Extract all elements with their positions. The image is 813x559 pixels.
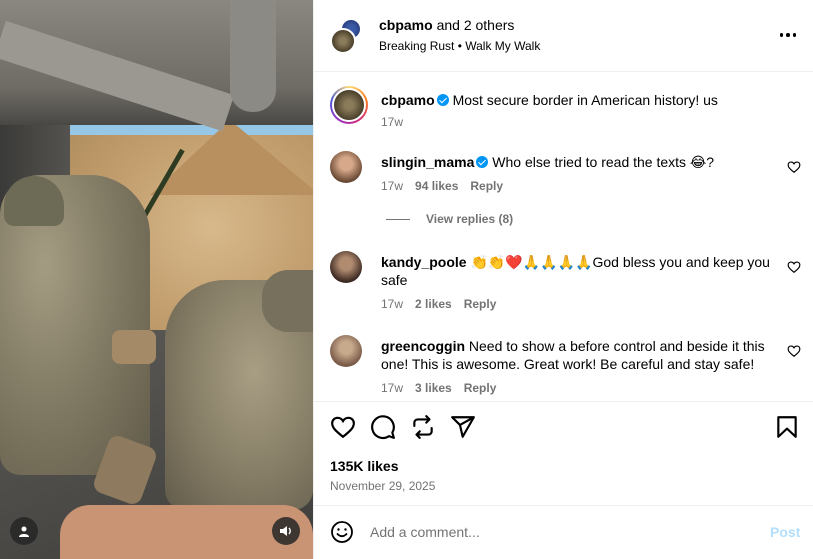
reply-button[interactable]: Reply <box>470 179 503 193</box>
verified-icon <box>436 94 449 106</box>
comment-username[interactable]: greencoggin <box>381 338 465 354</box>
reply-button[interactable]: Reply <box>464 381 497 395</box>
likes-count[interactable]: 135K likes <box>330 458 399 474</box>
repost-icon[interactable] <box>410 414 436 440</box>
comments-section[interactable]: cbpamo Most secure border in American hi… <box>314 72 813 402</box>
comment: slingin_mama Who else tried to read the … <box>330 151 801 211</box>
comment-text: greencoggin Need to show a before contro… <box>381 337 776 373</box>
avatar[interactable] <box>330 18 366 54</box>
comment-time[interactable]: 17w <box>381 381 403 395</box>
user-tag-button[interactable] <box>10 517 38 545</box>
emoji-icon[interactable] <box>330 520 354 544</box>
comment-meta: 17w 94 likes Reply <box>381 179 503 193</box>
caption-meta: 17w <box>381 115 403 129</box>
avatar[interactable] <box>330 251 362 283</box>
comment-input[interactable] <box>370 521 760 543</box>
more-options-button[interactable] <box>776 25 800 45</box>
post-header: cbpamo and 2 others Breaking Rust • Walk… <box>314 0 813 72</box>
comment: greencoggin Need to show a before contro… <box>330 335 801 405</box>
avatar[interactable] <box>330 335 362 367</box>
post-media[interactable] <box>0 0 313 559</box>
view-replies-label: View replies (8) <box>426 212 514 226</box>
header-others[interactable]: and 2 others <box>437 17 515 33</box>
user-tag-icon <box>19 526 29 537</box>
action-bar <box>314 402 813 454</box>
comment-text: kandy_poole 👏👏❤️🙏🙏🙏🙏God bless you and ke… <box>381 253 776 289</box>
comment-composer: Post <box>314 505 813 559</box>
caption-text: cbpamo Most secure border in American hi… <box>381 91 776 109</box>
comment-likes[interactable]: 2 likes <box>415 297 452 311</box>
bookmark-icon[interactable] <box>774 414 800 440</box>
comment-likes[interactable]: 94 likes <box>415 179 458 193</box>
caption-body: Most secure border in American history! … <box>452 92 718 108</box>
comment-meta: 17w 3 likes Reply <box>381 381 496 395</box>
comment-likes[interactable]: 3 likes <box>415 381 452 395</box>
heart-icon[interactable] <box>787 160 801 174</box>
media-boot <box>112 330 156 364</box>
comment-body: Who else tried to read the texts 😂? <box>492 154 715 170</box>
caption-time[interactable]: 17w <box>381 115 403 129</box>
comment-text: slingin_mama Who else tried to read the … <box>381 153 776 171</box>
header-username[interactable]: cbpamo <box>379 17 433 33</box>
more-icon-dot <box>792 33 797 37</box>
audio-track[interactable]: Breaking Rust • Walk My Walk <box>379 39 540 53</box>
verified-icon <box>476 156 489 168</box>
avatar[interactable] <box>330 86 368 124</box>
comment: kandy_poole 👏👏❤️🙏🙏🙏🙏God bless you and ke… <box>330 251 801 321</box>
comment-username[interactable]: kandy_poole <box>381 254 467 270</box>
comment-icon[interactable] <box>370 414 396 440</box>
heart-icon[interactable] <box>330 414 356 440</box>
sound-icon <box>280 526 291 536</box>
share-icon[interactable] <box>450 414 476 440</box>
avatar-image <box>332 88 366 122</box>
post-button[interactable]: Post <box>770 524 800 540</box>
comment-time[interactable]: 17w <box>381 179 403 193</box>
caption: cbpamo Most secure border in American hi… <box>330 86 800 146</box>
media-helmet <box>262 270 313 332</box>
post-date[interactable]: November 29, 2025 <box>330 479 435 493</box>
comment-meta: 17w 2 likes Reply <box>381 297 496 311</box>
comment-time[interactable]: 17w <box>381 297 403 311</box>
view-replies-button[interactable]: View replies (8) <box>386 212 513 226</box>
caption-username[interactable]: cbpamo <box>381 92 435 108</box>
post-panel: cbpamo and 2 others Breaking Rust • Walk… <box>313 0 813 559</box>
divider-line <box>386 218 410 220</box>
heart-icon[interactable] <box>787 344 801 358</box>
avatar[interactable] <box>330 151 362 183</box>
reply-button[interactable]: Reply <box>464 297 497 311</box>
sound-toggle-button[interactable] <box>272 517 300 545</box>
more-icon <box>779 33 784 37</box>
media-pipe <box>230 0 276 112</box>
more-icon-dot <box>786 33 790 37</box>
header-usernames[interactable]: cbpamo and 2 others <box>379 17 514 33</box>
comment-username[interactable]: slingin_mama <box>381 154 474 170</box>
heart-icon[interactable] <box>787 260 801 274</box>
avatar-primary <box>330 28 356 54</box>
